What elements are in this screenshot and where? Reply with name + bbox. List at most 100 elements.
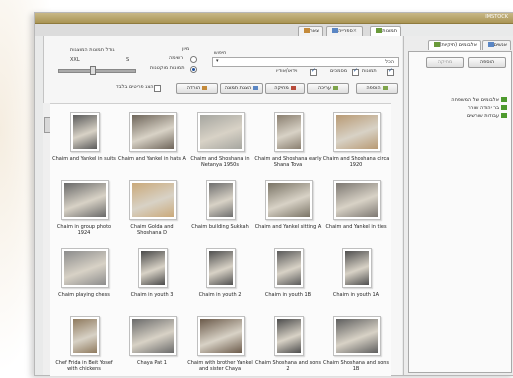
photo-caption: Chef Frida in Beit Yosef with chickens — [55, 360, 113, 372]
photo-image — [73, 319, 97, 353]
radio-list[interactable] — [190, 56, 197, 63]
photo-thumbnail — [333, 180, 381, 220]
photo-thumbnail — [274, 316, 304, 356]
photo-thumbnail — [70, 316, 100, 356]
photo-image — [209, 183, 233, 217]
photo-tile[interactable]: Chaim playing chess — [50, 244, 118, 310]
photo-tile[interactable]: Chaya Pat 1 — [118, 312, 186, 378]
photo-caption: Chaim in youth 2 — [198, 292, 242, 298]
radio-thumbnails-label: תמונות מוקטנות — [150, 65, 185, 71]
photo-caption: Chaya Pat 1 — [137, 360, 167, 366]
sidebar-tab-people[interactable]: אנשים — [481, 40, 511, 50]
photo-tile[interactable]: Chaim Shoshana and sons 1B — [322, 312, 390, 378]
photo-tile[interactable]: Chaim and Shoshana early Shana Tova — [254, 108, 322, 174]
sidebar-add-button[interactable]: הוספה — [468, 57, 506, 68]
photo-tile[interactable]: Chaim in youth 1A — [322, 244, 390, 310]
photo-thumbnail — [342, 248, 372, 288]
photo-thumbnail — [129, 316, 177, 356]
radio-thumbnails[interactable] — [190, 66, 197, 73]
photo-thumbnail — [129, 180, 177, 220]
photo-caption: Chaim Shoshana and sons 1B — [322, 360, 390, 372]
close-icon[interactable]: × — [353, 28, 357, 34]
folder-icon — [501, 113, 507, 118]
checkbox-video-label: וידאו/אודיו — [276, 68, 298, 74]
view-image-button[interactable]: הצגת תמונה — [220, 83, 263, 94]
photo-tile[interactable]: Chaim with brother Yankel and sister Cha… — [186, 312, 254, 378]
photo-grid: Chaim and Shoshana circa 1920 Chaim and S… — [50, 103, 391, 376]
photo-tile[interactable]: Chaim and Yankel in hats A — [118, 108, 186, 174]
photo-thumbnail — [138, 248, 168, 288]
photo-caption: Chaim in youth 1A — [332, 292, 380, 298]
photo-tile[interactable]: Chaim Shoshana and sons 2 — [254, 312, 322, 378]
photo-caption: Chaim in youth 1B — [264, 292, 312, 298]
photo-tile[interactable]: Chaim and Yankel sitting A — [254, 176, 322, 242]
photo-tile[interactable]: Chaim and Shoshana in Netanya 1950s — [186, 108, 254, 174]
download-button[interactable]: הורדה — [176, 83, 218, 94]
search-select[interactable]: הכל ▾ — [212, 57, 399, 67]
photo-caption: Chaim and Yankel in ties — [325, 224, 387, 230]
chevron-down-icon: ▾ — [216, 58, 219, 64]
size-slider-thumb[interactable] — [90, 66, 97, 75]
photo-image — [277, 319, 301, 353]
photo-image — [64, 251, 106, 285]
photo-image — [200, 115, 242, 149]
photo-tile[interactable]: Chaim in youth 3 — [118, 244, 186, 310]
checkbox-documents[interactable] — [352, 67, 359, 76]
delete-icon — [290, 85, 296, 90]
photo-tile[interactable]: Chaim in group photo 1924 — [50, 176, 118, 242]
photo-image — [141, 251, 165, 285]
sort-label: מיון — [182, 46, 190, 52]
photo-thumbnail — [197, 316, 245, 356]
title-bar: IMSTOCK — [35, 13, 513, 24]
photo-image — [277, 115, 301, 149]
photo-caption: Chaim playing chess — [58, 292, 110, 298]
photo-tile[interactable]: Chaim and Yankel in ties — [322, 176, 390, 242]
photo-caption: Chaim Shoshana and sons 2 — [254, 360, 322, 372]
photo-tile[interactable]: Chaim building Sukkah — [186, 176, 254, 242]
photo-caption: Chaim Golda and Shoshana D — [130, 224, 174, 236]
photo-thumbnail — [274, 112, 304, 152]
tree-item[interactable]: בר יהודה שורר — [411, 104, 513, 112]
tab-library[interactable]: ספרייה× — [326, 26, 363, 36]
size-slider[interactable] — [58, 69, 136, 73]
photo-tile[interactable]: Chaim and Shoshana circa 1920 — [322, 108, 390, 174]
photo-tile[interactable]: Chaim and Yankel in suits — [50, 108, 118, 174]
photo-tile[interactable]: Chaim in youth 2 — [186, 244, 254, 310]
show-items-checkbox[interactable] — [154, 85, 161, 92]
photo-image — [277, 251, 301, 285]
edit-button[interactable]: עריכה — [307, 83, 349, 94]
checkbox-photos-label: תמונות — [362, 68, 377, 74]
radio-list-label: רשימה — [169, 55, 184, 61]
view-icon — [253, 85, 259, 90]
photo-caption: Chaim building Sukkah — [191, 224, 249, 230]
download-icon — [202, 85, 208, 90]
photo-image — [209, 251, 233, 285]
search-label: חיפוש — [214, 50, 227, 56]
tree-item[interactable]: אלבומים של המשפחה — [411, 96, 507, 104]
photo-tile[interactable]: Chaim in youth 1B — [254, 244, 322, 310]
tree-item[interactable]: עבודות שורשים — [411, 112, 513, 120]
tab-photos[interactable]: תמונות — [370, 26, 401, 36]
size-max-label: XXL — [70, 57, 80, 63]
photo-thumbnail — [61, 180, 109, 220]
delete-button[interactable]: מחיקה — [265, 83, 305, 94]
sidebar-tab-albums[interactable]: אלבומים (תיקיות) — [427, 40, 481, 50]
checkbox-video[interactable] — [310, 67, 317, 76]
add-button[interactable]: הוספה — [356, 83, 398, 94]
photo-thumbnail — [333, 316, 381, 356]
photo-tile[interactable]: Chef Frida in Beit Yosef with chickens — [50, 312, 118, 378]
app-window: IMSTOCK תמונות ספרייה× צאר חיפוש הכל ▾ ת… — [34, 12, 513, 376]
checkbox-photos[interactable] — [387, 67, 394, 76]
photo-caption: Chaim and Yankel in hats A — [118, 156, 186, 162]
tab-other[interactable]: צאר — [297, 26, 323, 36]
tab-strip: תמונות ספרייה× צאר — [35, 24, 401, 36]
photo-image — [345, 251, 369, 285]
tree-item-label: עבודות שורשים — [466, 113, 499, 119]
add-icon — [382, 85, 388, 90]
photo-caption: Chaim and Shoshana in Netanya 1950s — [190, 156, 250, 168]
photo-caption: Chaim and Shoshana circa 1920 — [322, 156, 390, 168]
photo-image — [132, 319, 174, 353]
photo-tile[interactable]: Chaim Golda and Shoshana D — [118, 176, 186, 242]
photo-thumbnail — [197, 112, 245, 152]
sidebar-delete-button[interactable]: מחיקה — [426, 57, 464, 68]
